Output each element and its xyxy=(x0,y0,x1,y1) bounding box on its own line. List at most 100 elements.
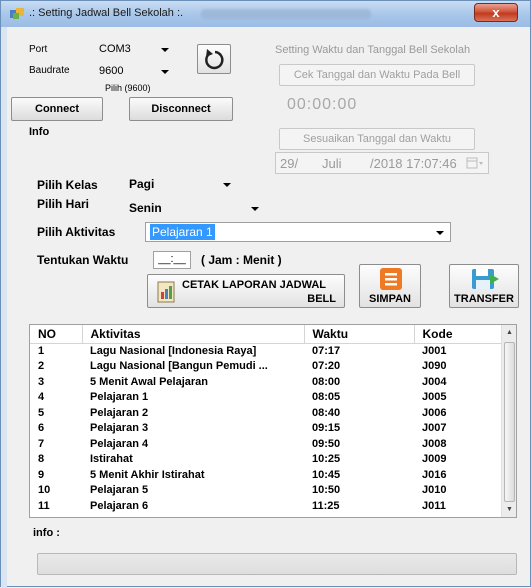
port-value: COM3 xyxy=(99,43,131,55)
table-row[interactable]: 10 Pelajaran 5 10:50 J010 xyxy=(30,483,502,499)
cell-kode: J001 xyxy=(422,345,447,357)
date-time-picker[interactable]: 29/ Juli /2018 17:07:46 xyxy=(275,152,489,174)
adjust-bell-time-button[interactable]: Sesuaikan Tanggal dan Waktu xyxy=(279,128,475,150)
kelas-value: Pagi xyxy=(129,177,155,191)
check-bell-time-button[interactable]: Cek Tanggal dan Waktu Pada Bell xyxy=(279,64,475,86)
chevron-down-icon xyxy=(436,231,444,235)
hari-combo[interactable]: Senin xyxy=(125,199,265,219)
print-report-line2: BELL xyxy=(307,293,336,305)
table-row[interactable]: 3 5 Menit Awal Pelajaran 08:00 J004 xyxy=(30,374,502,390)
connect-button[interactable]: Connect xyxy=(11,97,103,121)
disconnect-button[interactable]: Disconnect xyxy=(129,97,233,121)
title-obscured-region xyxy=(201,9,371,19)
aktivitas-combo[interactable]: Pelajaran 1 xyxy=(145,222,451,242)
cell-aktivitas: Pelajaran 1 xyxy=(90,391,149,404)
date-day: 29/ xyxy=(280,156,299,171)
cell-kode: J008 xyxy=(422,437,447,450)
cell-no: 8 xyxy=(38,453,45,466)
kelas-label: Pilih Kelas xyxy=(37,178,98,192)
chevron-down-icon xyxy=(223,183,231,187)
refresh-icon xyxy=(205,49,224,70)
chevron-down-icon xyxy=(161,70,169,74)
close-button[interactable]: x xyxy=(474,3,518,22)
table-row[interactable]: 6 Pelajaran 3 09:15 J007 xyxy=(30,421,502,437)
cell-aktivitas: Pelajaran 4 xyxy=(90,437,149,450)
cell-waktu: 08:40 xyxy=(312,406,341,419)
transfer-icon xyxy=(472,269,499,289)
cell-no: 11 xyxy=(38,499,50,512)
schedule-table[interactable]: NO Aktivitas Waktu Kode 1 Lagu Nasional [… xyxy=(29,324,517,518)
table-row[interactable]: 11 Pelajaran 6 11:25 J011 xyxy=(30,498,502,514)
table-row[interactable]: 8 Istirahat 10:25 J009 xyxy=(30,452,502,468)
cell-no: 4 xyxy=(38,391,45,404)
cell-waktu: 07:17 xyxy=(312,345,341,357)
scroll-up-icon[interactable]: ▲ xyxy=(502,325,516,340)
save-button[interactable]: SIMPAN xyxy=(359,264,421,308)
main-window: .: Setting Jadwal Bell Sekolah :. x Port… xyxy=(0,0,531,588)
scrollbar-thumb[interactable] xyxy=(504,342,515,502)
cell-kode: J005 xyxy=(422,391,447,404)
column-header-no[interactable]: NO xyxy=(30,325,82,344)
cell-aktivitas: Pelajaran 5 xyxy=(90,484,149,497)
transfer-button[interactable]: TRANSFER xyxy=(449,264,519,308)
column-header-aktivitas[interactable]: Aktivitas xyxy=(81,325,304,344)
date-month: Juli xyxy=(322,156,342,171)
aktivitas-value: Pelajaran 1 xyxy=(150,224,215,240)
cell-aktivitas: 5 Menit Akhir Istirahat xyxy=(90,468,205,481)
scroll-down-icon[interactable]: ▼ xyxy=(502,502,516,517)
app-icon xyxy=(10,8,24,19)
cell-waktu: 10:25 xyxy=(312,453,341,466)
client-area: Port COM3 Baudrate 9600 Pilih (9600) Con… xyxy=(7,28,524,581)
table-scrollbar[interactable]: ▲ ▼ xyxy=(501,325,516,517)
table-row[interactable]: 4 Pelajaran 1 08:05 J005 xyxy=(30,390,502,406)
cell-waktu: 08:00 xyxy=(312,375,341,388)
cell-kode: J009 xyxy=(422,453,447,466)
port-combo[interactable]: COM3 xyxy=(95,40,175,60)
table-header-row: NO Aktivitas Waktu Kode xyxy=(30,325,502,344)
info-label: Info xyxy=(29,126,50,138)
cell-aktivitas: Lagu Nasional [Bangun Pemudi ... xyxy=(90,360,268,373)
calendar-icon xyxy=(466,157,483,169)
cell-kode: J090 xyxy=(422,360,447,373)
cell-waktu: 07:20 xyxy=(312,360,341,373)
save-label: SIMPAN xyxy=(369,293,411,305)
cell-waktu: 10:50 xyxy=(312,484,341,497)
waktu-label: Tentukan Waktu xyxy=(37,253,129,267)
table-row[interactable]: 1 Lagu Nasional [Indonesia Raya] 07:17 J001 xyxy=(30,343,502,359)
port-label: Port xyxy=(29,44,48,55)
waktu-input[interactable]: __:__ xyxy=(153,251,191,269)
cell-aktivitas: Pelajaran 6 xyxy=(90,499,149,512)
cell-no: 9 xyxy=(38,468,45,481)
baudrate-label: Baudrate xyxy=(29,65,70,76)
cell-no: 7 xyxy=(38,437,45,450)
cell-aktivitas: Lagu Nasional [Indonesia Raya] xyxy=(90,345,257,357)
bell-settings-title: Setting Waktu dan Tanggal Bell Sekolah xyxy=(275,44,471,56)
kelas-combo[interactable]: Pagi xyxy=(125,175,237,195)
print-report-line1: CETAK LAPORAN JADWAL xyxy=(182,279,327,291)
cell-waktu: 09:50 xyxy=(312,437,341,450)
cell-waktu: 11:25 xyxy=(312,499,340,512)
footer-info-label: info : xyxy=(33,527,60,539)
column-header-waktu[interactable]: Waktu xyxy=(303,325,414,344)
baudrate-combo[interactable]: 9600 xyxy=(95,62,175,82)
cell-no: 1 xyxy=(38,345,45,357)
table-row[interactable]: 5 Pelajaran 2 08:40 J006 xyxy=(30,405,502,421)
cell-aktivitas: Pelajaran 2 xyxy=(90,406,149,419)
date-rest: /2018 17:07:46 xyxy=(370,156,457,171)
cell-waktu: 09:15 xyxy=(312,422,341,435)
print-report-button[interactable]: CETAK LAPORAN JADWAL BELL xyxy=(147,274,345,308)
table-row[interactable]: 2 Lagu Nasional [Bangun Pemudi ... 07:20 J0… xyxy=(30,359,502,375)
title-bar[interactable]: .: Setting Jadwal Bell Sekolah :. x xyxy=(1,1,530,27)
refresh-button[interactable] xyxy=(197,44,231,74)
table-row[interactable]: 7 Pelajaran 4 09:50 J008 xyxy=(30,436,502,452)
cell-waktu: 08:05 xyxy=(312,391,341,404)
cell-kode: J016 xyxy=(422,468,447,481)
cell-no: 6 xyxy=(38,422,45,435)
transfer-label: TRANSFER xyxy=(454,293,514,305)
cell-no: 5 xyxy=(38,406,45,419)
chevron-down-icon xyxy=(161,48,169,52)
column-header-kode[interactable]: Kode xyxy=(413,325,502,344)
table-row[interactable]: 9 5 Menit Akhir Istirahat 10:45 J016 xyxy=(30,467,502,483)
cell-aktivitas: 5 Menit Awal Pelajaran xyxy=(90,375,208,388)
cell-kode: J010 xyxy=(422,484,447,497)
